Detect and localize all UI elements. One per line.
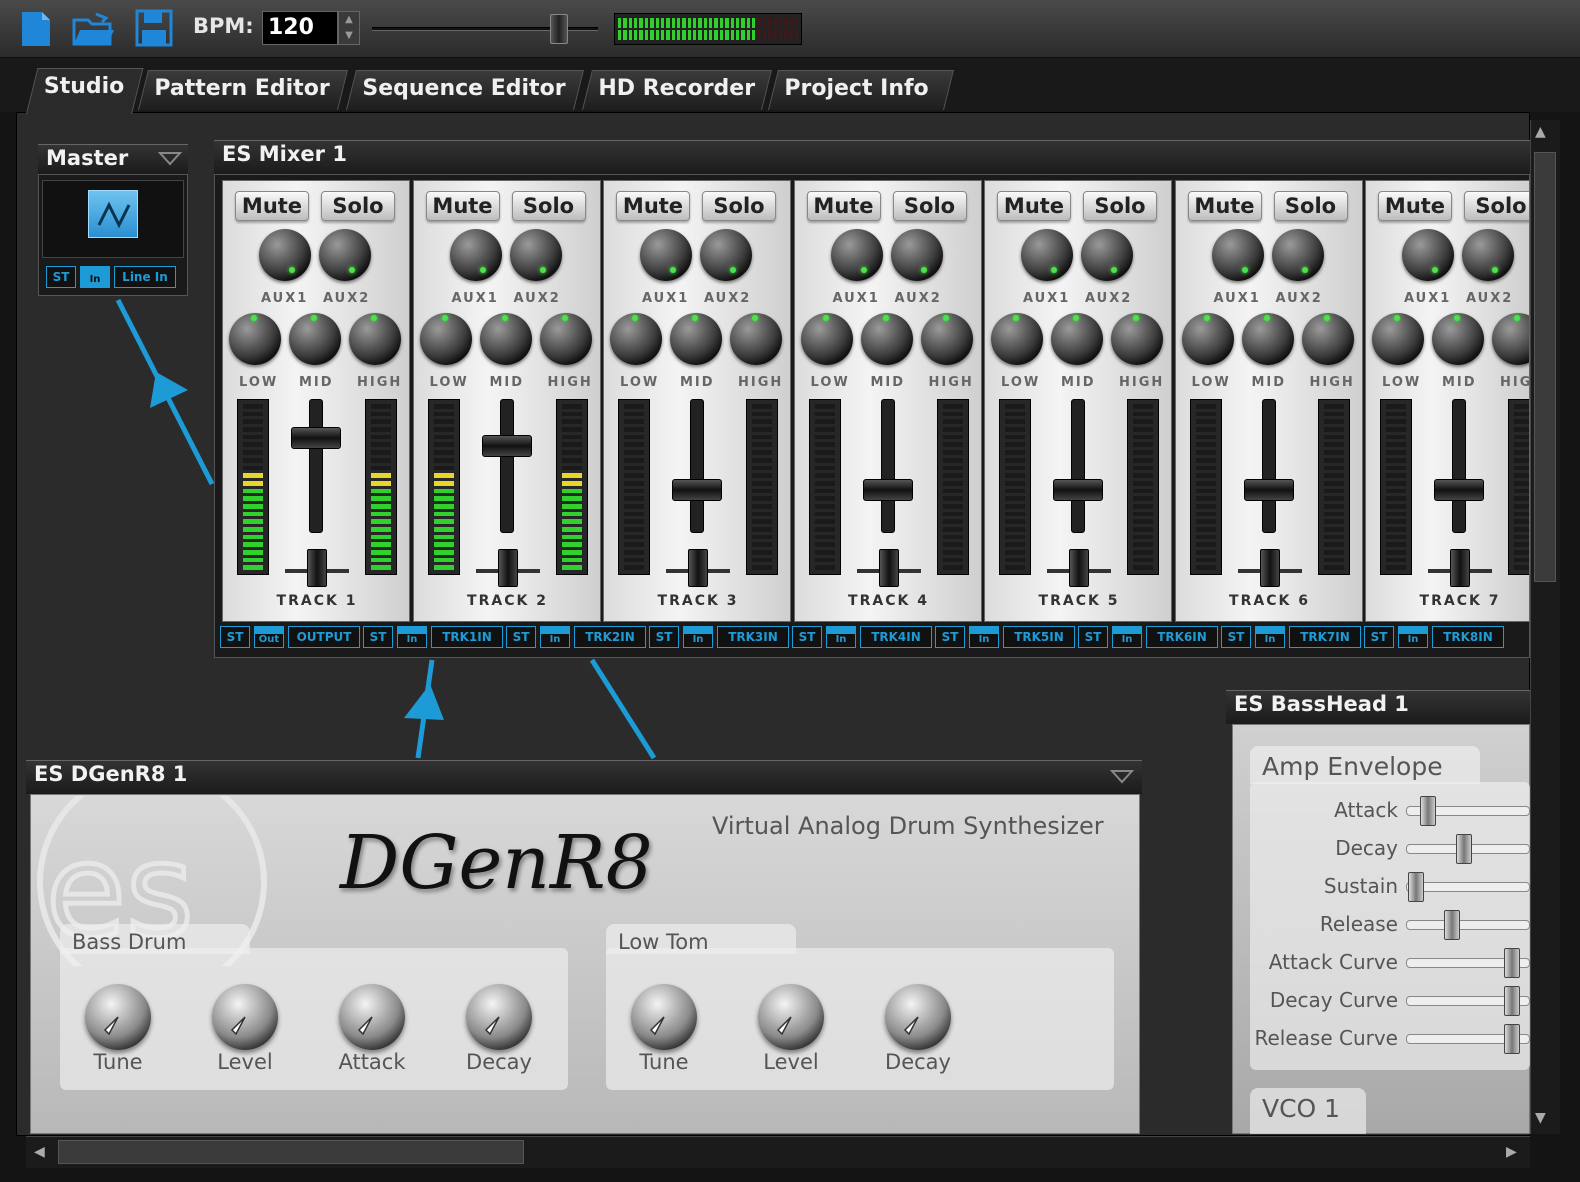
scroll-right-icon[interactable]: ▶	[1506, 1144, 1517, 1160]
amp-envelope-title: Amp Envelope	[1250, 746, 1480, 784]
drum-knob-decay[interactable]	[466, 984, 532, 1050]
drum-knob-level[interactable]	[212, 984, 278, 1050]
dgenr8-subtitle: Virtual Analog Drum Synthesizer	[712, 812, 1104, 840]
param-label: Sustain	[1323, 874, 1398, 898]
drum-knob-label: Level	[763, 1050, 819, 1074]
knob-pointer-icon	[903, 1016, 919, 1036]
param-slider-thumb[interactable]	[1444, 910, 1460, 940]
drum-knob-label: Tune	[93, 1050, 143, 1074]
basshead-title: ES BassHead 1	[1234, 692, 1409, 716]
vco1-title: VCO 1	[1250, 1088, 1366, 1134]
tab-studio[interactable]: Studio	[26, 68, 144, 114]
drum-knob-level[interactable]	[758, 984, 824, 1050]
vertical-scrollbar[interactable]: ▲ ▼	[1530, 120, 1560, 1134]
param-label: Release Curve	[1254, 1026, 1398, 1050]
param-slider-thumb[interactable]	[1504, 1024, 1520, 1054]
param-label: Decay Curve	[1269, 988, 1398, 1012]
knob-pointer-icon	[103, 1016, 119, 1036]
param-slider-thumb[interactable]	[1420, 796, 1436, 826]
drum-section-title: Bass Drum	[60, 924, 250, 954]
drum-knob-label: Decay	[885, 1050, 951, 1074]
param-slider-thumb[interactable]	[1456, 834, 1472, 864]
drum-section-title: Low Tom	[606, 924, 796, 954]
drum-knob-label: Tune	[639, 1050, 689, 1074]
horizontal-scroll-thumb[interactable]	[58, 1140, 524, 1164]
param-slider-thumb[interactable]	[1504, 948, 1520, 978]
param-slider-track[interactable]	[1406, 920, 1530, 930]
drum-knob-label: Level	[217, 1050, 273, 1074]
knob-pointer-icon	[649, 1016, 665, 1036]
param-label: Decay	[1335, 836, 1398, 860]
scroll-up-icon[interactable]: ▲	[1535, 124, 1546, 140]
knob-pointer-icon	[776, 1016, 792, 1036]
knob-pointer-icon	[230, 1016, 246, 1036]
knob-pointer-icon	[357, 1016, 373, 1036]
param-label: Attack	[1334, 798, 1398, 822]
param-label: Release	[1319, 912, 1398, 936]
collapse-icon[interactable]	[1109, 768, 1135, 788]
dgenr8-logo: DGenR8	[340, 820, 653, 906]
dgenr8-title: ES DGenR8 1	[34, 762, 188, 786]
drum-knob-label: Decay	[466, 1050, 532, 1074]
drum-knob-tune[interactable]	[631, 984, 697, 1050]
drum-knob-attack[interactable]	[339, 984, 405, 1050]
param-slider-thumb[interactable]	[1408, 872, 1424, 902]
param-slider-thumb[interactable]	[1504, 986, 1520, 1016]
vertical-scroll-thumb[interactable]	[1534, 152, 1556, 582]
tab-label: Studio	[43, 74, 125, 99]
knob-pointer-icon	[484, 1016, 500, 1036]
drum-knob-label: Attack	[338, 1050, 406, 1074]
drum-knob-tune[interactable]	[85, 984, 151, 1050]
param-slider-track[interactable]	[1406, 882, 1530, 892]
horizontal-scrollbar[interactable]: ◀ ▶	[26, 1136, 1530, 1168]
scroll-left-icon[interactable]: ◀	[34, 1144, 45, 1160]
dgenr8-title-bar[interactable]	[26, 760, 1142, 794]
param-label: Attack Curve	[1268, 950, 1398, 974]
scroll-down-icon[interactable]: ▼	[1535, 1110, 1546, 1126]
drum-knob-decay[interactable]	[885, 984, 951, 1050]
